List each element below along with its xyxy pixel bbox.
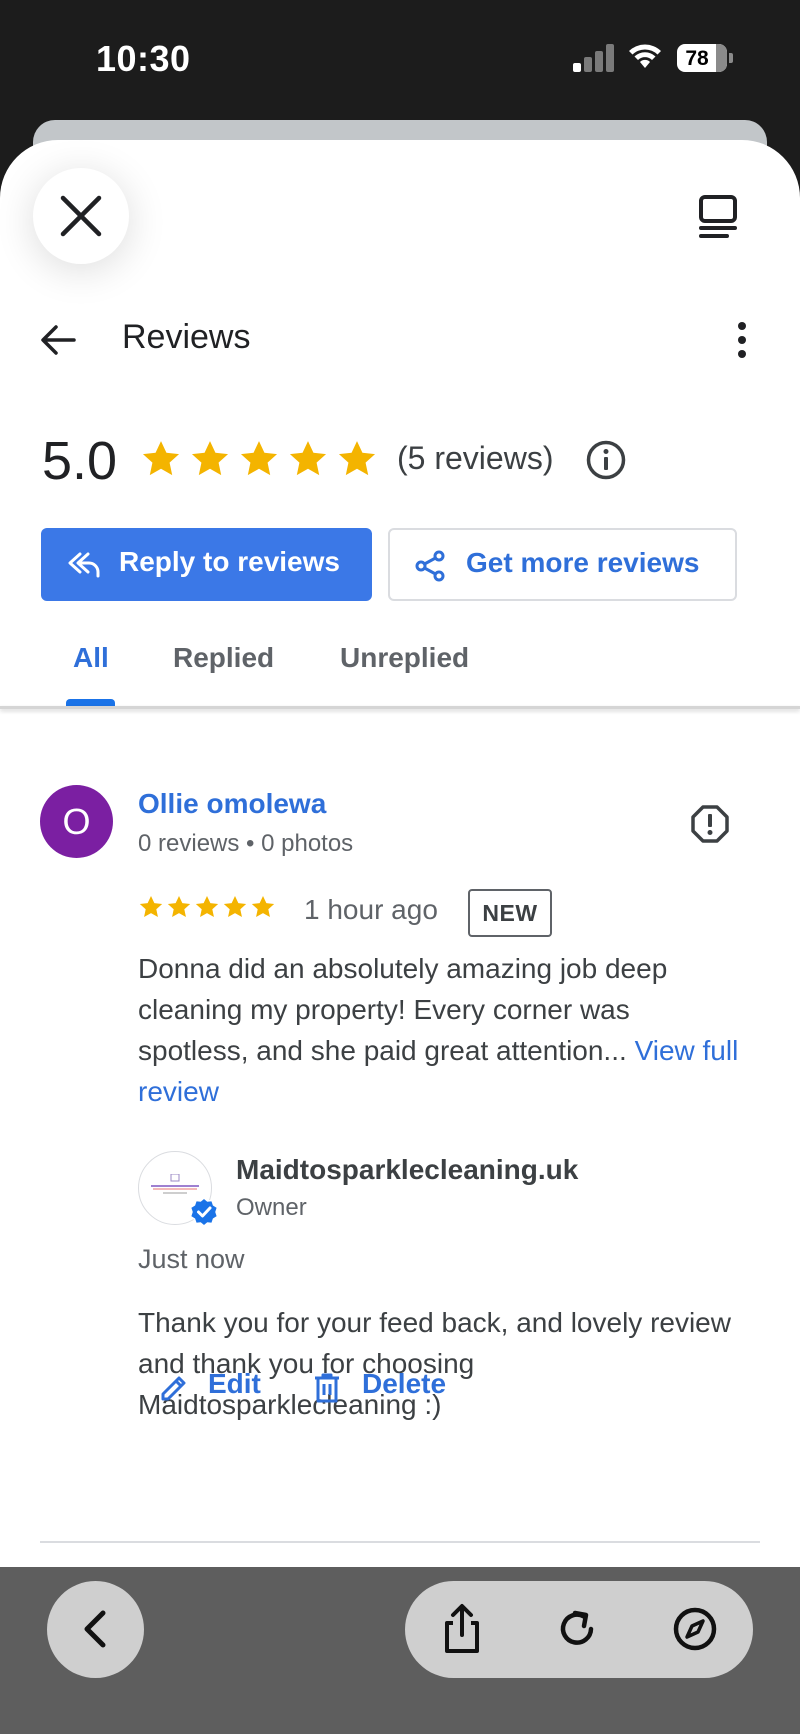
star-icon <box>139 895 163 917</box>
back-arrow-icon[interactable] <box>38 320 78 360</box>
get-more-reviews-button[interactable]: Get more reviews <box>388 528 737 601</box>
wifi-icon <box>629 44 661 68</box>
tab-unreplied[interactable]: Unreplied <box>340 642 469 674</box>
star-icon <box>142 441 180 476</box>
tabs-divider <box>0 706 800 709</box>
filter-tabs: All Replied Unreplied <box>0 620 800 708</box>
star-icon <box>191 441 229 476</box>
close-button[interactable] <box>33 168 129 264</box>
review-body: Donna did an absolutely amazing job deep… <box>138 948 748 1112</box>
reply-all-icon <box>68 552 100 578</box>
page-title: Reviews <box>122 318 251 356</box>
pencil-icon <box>161 1376 186 1401</box>
chevron-left-icon <box>84 1610 106 1648</box>
star-icon <box>240 441 278 476</box>
reviews-sheet: Reviews 5.0 (5 reviews) Reply to reviews <box>0 140 800 1570</box>
compass-icon[interactable] <box>671 1605 719 1653</box>
star-icon <box>338 441 376 476</box>
trash-icon <box>315 1373 339 1403</box>
rating-summary: 5.0 (5 reviews) <box>40 430 760 491</box>
info-icon[interactable] <box>586 440 626 480</box>
star-icon <box>223 895 247 917</box>
tab-replied[interactable]: Replied <box>173 642 274 674</box>
business-logo-icon <box>151 1174 199 1194</box>
reply-to-reviews-button[interactable]: Reply to reviews <box>41 528 372 601</box>
reply-time: Just now <box>138 1244 245 1274</box>
reviewer-meta: 0 reviews • 0 photos <box>138 830 354 857</box>
review-time: 1 hour ago <box>304 894 438 925</box>
verified-badge-icon <box>189 1197 219 1227</box>
battery-icon: 78 <box>677 44 733 72</box>
edit-label: Edit <box>208 1368 261 1399</box>
review-stars <box>138 894 278 922</box>
review-text: Donna did an absolutely amazing job deep… <box>138 953 668 1066</box>
share-icon[interactable] <box>439 1603 485 1655</box>
reload-icon[interactable] <box>555 1605 599 1653</box>
more-options-icon[interactable] <box>732 320 752 360</box>
review-count: (5 reviews) <box>397 440 554 476</box>
get-more-reviews-label: Get more reviews <box>466 547 700 578</box>
status-bar: 10:30 78 <box>0 0 800 120</box>
cellular-signal-icon <box>573 42 615 72</box>
reply-text: Thank you for your feed back, and lovely… <box>138 1307 731 1420</box>
share-icon <box>415 550 445 582</box>
review-divider <box>40 1541 760 1543</box>
delete-label: Delete <box>362 1368 447 1399</box>
reply-to-reviews-label: Reply to reviews <box>119 546 340 577</box>
battery-level: 78 <box>685 47 709 70</box>
tab-all[interactable]: All <box>73 642 109 674</box>
star-icon <box>195 895 219 917</box>
browser-back-button[interactable] <box>47 1581 144 1678</box>
owner-name: Maidtosparklecleaning.uk <box>236 1154 579 1185</box>
panel-toggle-icon[interactable] <box>696 194 740 240</box>
rating-value: 5.0 <box>42 431 118 491</box>
star-icon <box>289 441 327 476</box>
browser-toolbar <box>0 1567 800 1734</box>
reviewer-avatar[interactable]: O <box>40 785 113 858</box>
clock: 10:30 <box>96 38 191 79</box>
new-badge: NEW <box>468 889 552 937</box>
owner-role: Owner <box>236 1194 307 1221</box>
report-review-icon[interactable] <box>690 804 730 844</box>
reviewer-name[interactable]: Ollie omolewa <box>138 788 326 820</box>
close-icon <box>60 195 102 237</box>
star-icon <box>251 895 275 917</box>
star-icon <box>167 895 191 917</box>
browser-actions <box>405 1581 753 1678</box>
